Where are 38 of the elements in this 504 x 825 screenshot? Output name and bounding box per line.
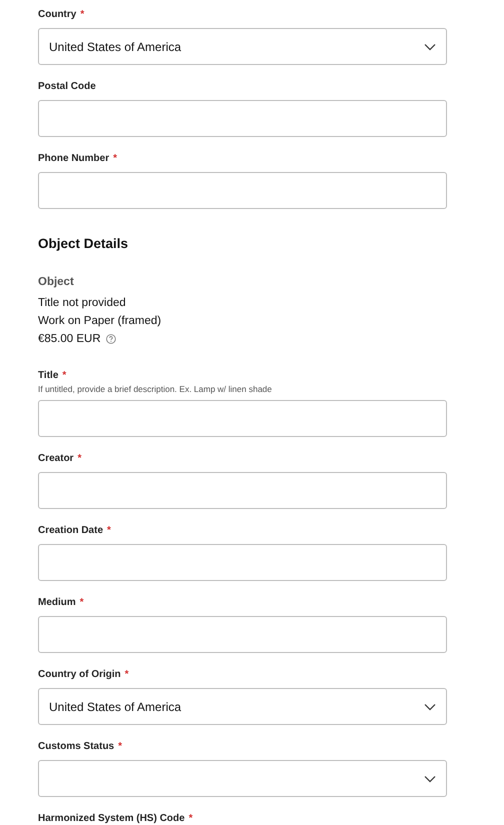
object-info: Work on Paper (framed) [38,315,162,327]
input-field[interactable] [38,544,447,581]
field-label: Country [38,8,76,20]
field-label: Harmonized System (HS) Code [38,812,185,824]
required-mark: * [80,596,84,608]
field-label: Creation Date [38,524,104,536]
section-heading: Object Details [38,236,130,251]
required-mark: * [113,152,118,164]
dropdown[interactable]: United States of America [38,28,447,65]
field-label: Country of Origin [38,668,121,680]
help-icon[interactable] [106,334,116,344]
dropdown[interactable] [38,760,447,797]
required-mark: * [80,8,84,20]
required-mark: * [124,668,129,680]
field-hint: If untitled, provide a brief description. Ex. Lamp w/ linen shade [38,384,273,394]
required-mark: * [107,524,111,536]
field-label: Medium [38,596,76,608]
object-label: Object [38,276,75,288]
field-label: Creator [38,452,74,464]
input-field[interactable] [38,472,447,509]
field-label: Customs Status [38,740,114,752]
input-field[interactable] [38,172,447,209]
chevron-down-icon [424,42,436,50]
chevron-down-icon [424,774,436,782]
input-field[interactable] [38,400,447,437]
field-label: Title [38,370,58,380]
field-label: Postal Code [38,80,96,92]
dropdown[interactable]: United States of America [38,688,447,725]
object-info: Title not provided [38,297,127,309]
input-field[interactable] [38,100,447,137]
required-mark: * [118,740,122,752]
field-label: Phone Number [38,152,110,164]
required-mark: * [62,370,66,380]
required-mark: * [188,812,193,824]
input-field[interactable] [38,616,447,653]
object-price: €85.00 EUR [38,333,101,345]
required-mark: * [78,452,82,464]
chevron-down-icon [424,702,436,710]
